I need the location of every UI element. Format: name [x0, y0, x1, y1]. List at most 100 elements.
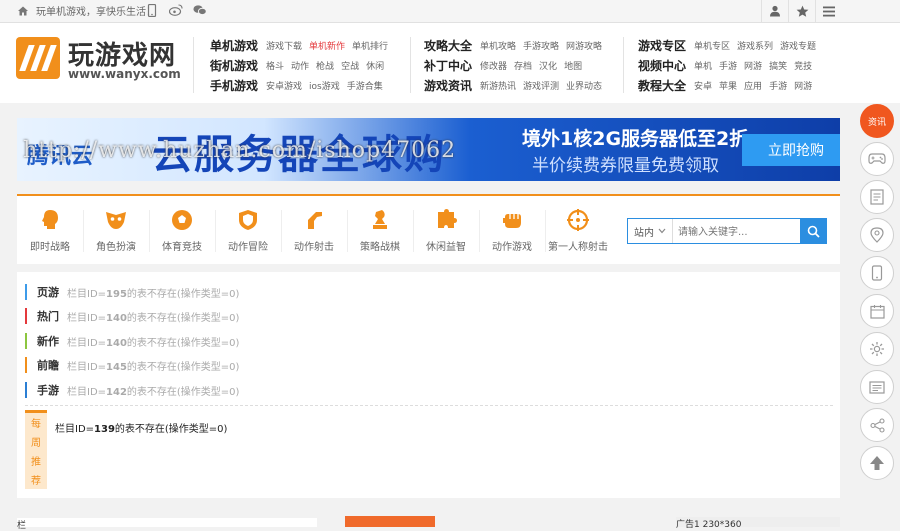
nav-sub-link[interactable]: 单机新作: [309, 39, 345, 52]
nav-sub-link[interactable]: 搞笑: [769, 59, 787, 72]
menu-button[interactable]: [815, 0, 842, 22]
rail-news-button[interactable]: 资讯: [860, 104, 894, 138]
list-item[interactable]: 新作 栏目ID=140的表不存在(操作类型=0): [25, 333, 239, 349]
nav-main-link[interactable]: 单机游戏: [210, 37, 258, 54]
category-puzzle[interactable]: 休闲益智: [413, 208, 479, 253]
nav-sub-link[interactable]: 休闲: [366, 59, 384, 72]
nav-sub-link[interactable]: 枪战: [316, 59, 334, 72]
rail-settings-button[interactable]: [860, 332, 894, 366]
nav-row: 街机游戏 格斗 动作 枪战 空战 休闲: [210, 55, 395, 75]
nav-main-link[interactable]: 游戏专区: [638, 37, 686, 54]
search-input[interactable]: [676, 222, 798, 242]
mobile-icon[interactable]: [145, 3, 159, 17]
nav-sub-link[interactable]: 存档: [514, 59, 532, 72]
home-icon[interactable]: [16, 4, 30, 18]
rail-list-button[interactable]: [860, 370, 894, 404]
nav-sub-link[interactable]: 手游: [719, 59, 737, 72]
top-right-tools: [761, 0, 842, 22]
nav-main-link[interactable]: 街机游戏: [210, 57, 258, 74]
nav-sub-link[interactable]: 游戏评测: [523, 79, 559, 92]
list-item-marker: [25, 284, 27, 300]
category-rpg[interactable]: 角色扮演: [83, 208, 149, 253]
category-action[interactable]: 动作游戏: [479, 208, 545, 253]
nav-sub-link[interactable]: ios游戏: [309, 79, 340, 92]
search-box: 站内: [627, 218, 827, 244]
weibo-icon[interactable]: [169, 3, 183, 17]
nav-sub-link[interactable]: 网游攻略: [566, 39, 602, 52]
user-button[interactable]: [761, 0, 788, 22]
ribbon-char: 荐: [31, 476, 41, 487]
rail-back-to-top-button[interactable]: [860, 446, 894, 480]
location-icon: [870, 227, 884, 243]
chevron-down-icon: [658, 228, 666, 234]
nav-main-link[interactable]: 攻略大全: [424, 37, 472, 54]
search-scope-select[interactable]: 站内: [628, 219, 673, 243]
mask-icon: [106, 212, 126, 229]
nav-sub-link[interactable]: 手游合集: [347, 79, 383, 92]
nav-sub-link[interactable]: 游戏系列: [737, 39, 773, 52]
banner-line-2: 半价续费券限量免费领取: [532, 156, 719, 176]
category-action-shooter[interactable]: 动作射击: [281, 208, 347, 253]
nav-main-link[interactable]: 教程大全: [638, 77, 686, 94]
nav-sub-link[interactable]: 应用: [744, 79, 762, 92]
rail-games-button[interactable]: [860, 142, 894, 176]
bottom-section: 栏 广告1 230*360: [0, 512, 900, 531]
list-item[interactable]: 手游 栏目ID=142的表不存在(操作类型=0): [25, 382, 239, 398]
nav-column-2: 攻略大全 单机攻略 手游攻略 网游攻略 补丁中心 修改器 存档 汉化 地图 游戏…: [424, 35, 609, 95]
nav-sub-link[interactable]: 单机: [694, 59, 712, 72]
nav-sub-link[interactable]: 竞技: [794, 59, 812, 72]
nav-sub-link[interactable]: 动作: [291, 59, 309, 72]
banner-buy-button[interactable]: 立即抢购: [742, 134, 840, 166]
nav-main-link[interactable]: 手机游戏: [210, 77, 258, 94]
menu-icon: [823, 6, 835, 16]
nav-sub-link[interactable]: 网游: [744, 59, 762, 72]
list-item[interactable]: 前瞻 栏目ID=145的表不存在(操作类型=0): [25, 357, 239, 373]
category-label: 动作冒险: [228, 242, 268, 253]
nav-sub-link[interactable]: 游戏专题: [780, 39, 816, 52]
nav-sub-link[interactable]: 地图: [564, 59, 582, 72]
nav-main-link[interactable]: 视频中心: [638, 57, 686, 74]
nav-sub-link[interactable]: 安卓游戏: [266, 79, 302, 92]
search-button[interactable]: [800, 219, 826, 243]
nav-sub-link[interactable]: 网游: [794, 79, 812, 92]
nav-sub-link[interactable]: 格斗: [266, 59, 284, 72]
ad-banner[interactable]: 腾讯云 云服务器全球购 http://www.huzhan.com/ishop4…: [17, 118, 840, 181]
nav-sub-link[interactable]: 空战: [341, 59, 359, 72]
nav-sub-link[interactable]: 业界动态: [566, 79, 602, 92]
rail-location-button[interactable]: [860, 218, 894, 252]
nav-main-link[interactable]: 补丁中心: [424, 57, 472, 74]
nav-sub-link[interactable]: 汉化: [539, 59, 557, 72]
nav-sub-link[interactable]: 手游攻略: [523, 39, 559, 52]
category-label: 动作游戏: [492, 242, 532, 253]
favorite-button[interactable]: [788, 0, 815, 22]
nav-sub-link[interactable]: 游戏下载: [266, 39, 302, 52]
list-item[interactable]: 页游 栏目ID=195的表不存在(操作类型=0): [25, 284, 239, 300]
site-logo[interactable]: 玩游戏网 www.wanyx.com: [16, 35, 186, 91]
category-fps[interactable]: 第一人称射击: [545, 208, 611, 253]
list-item[interactable]: 热门 栏目ID=140的表不存在(操作类型=0): [25, 308, 239, 324]
wechat-icon[interactable]: [193, 3, 207, 17]
nav-sub-link[interactable]: 单机专区: [694, 39, 730, 52]
nav-sub-link[interactable]: 单机攻略: [480, 39, 516, 52]
category-sports[interactable]: 体育竞技: [149, 208, 215, 253]
category-action-adventure[interactable]: 动作冒险: [215, 208, 281, 253]
rail-mobile-button[interactable]: [860, 256, 894, 290]
puzzle-icon: [438, 209, 457, 228]
rail-docs-button[interactable]: [860, 180, 894, 214]
category-bar: 即时战略 角色扮演 体育竞技 动作冒险 动作射击 策略战棋 休闲益智 动作游戏 …: [17, 194, 840, 264]
nav-main-link[interactable]: 游戏资讯: [424, 77, 472, 94]
nav-sub-link[interactable]: 修改器: [480, 59, 507, 72]
nav-sub-link[interactable]: 苹果: [719, 79, 737, 92]
list-item-message: 栏目ID=145的表不存在(操作类型=0): [67, 361, 240, 373]
nav-sub-link[interactable]: 新游热讯: [480, 79, 516, 92]
nav-sub-link[interactable]: 安卓: [694, 79, 712, 92]
rail-share-button[interactable]: [860, 408, 894, 442]
nav-sub-link[interactable]: 手游: [769, 79, 787, 92]
list-item-label: 前瞻: [37, 359, 59, 372]
rail-calendar-button[interactable]: [860, 294, 894, 328]
category-rts[interactable]: 即时战略: [17, 208, 83, 253]
bottom-orange-tab[interactable]: [345, 516, 435, 527]
top-social-icons: [145, 3, 207, 17]
nav-sub-link[interactable]: 单机排行: [352, 39, 388, 52]
category-strategy[interactable]: 策略战棋: [347, 208, 413, 253]
